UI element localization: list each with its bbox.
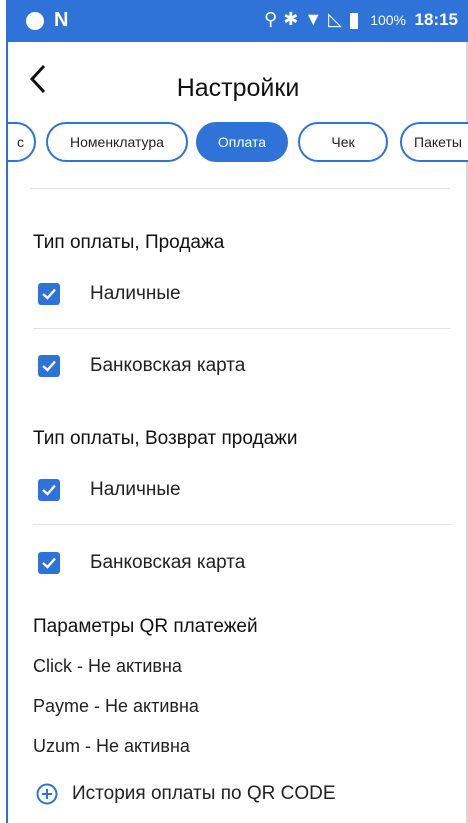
qr-history-link[interactable]: История оплаты по QR CODE bbox=[33, 783, 336, 805]
status-icons: ⚲✱▼◺ bbox=[264, 9, 348, 30]
tab-nomenclature[interactable]: Номенклатура bbox=[46, 122, 188, 162]
option-label: Наличные bbox=[90, 479, 181, 500]
qr-section-title: Параметры QR платежей bbox=[33, 616, 258, 637]
option-label: Банковская карта bbox=[90, 552, 246, 573]
refund-cash-option[interactable]: Наличные bbox=[33, 470, 181, 510]
qr-history-label: История оплаты по QR CODE bbox=[72, 783, 336, 804]
option-label: Наличные bbox=[90, 283, 181, 304]
qr-payme-status: Payme - Не активна bbox=[33, 696, 199, 716]
no-signal-icon: ◺ bbox=[328, 9, 348, 29]
sale-card-option[interactable]: Банковская карта bbox=[33, 346, 245, 386]
battery-icon bbox=[350, 13, 358, 29]
wifi-icon: ▼ bbox=[304, 9, 329, 29]
sale-section-title: Тип оплаты, Продажа bbox=[33, 232, 225, 253]
tabs-divider bbox=[30, 188, 450, 189]
qr-click-status: Click - Не активна bbox=[33, 656, 182, 676]
add-circle-icon bbox=[36, 783, 58, 805]
carrier-letter: N bbox=[54, 9, 69, 31]
qr-uzum-status: Uzum - Не активна bbox=[33, 736, 190, 756]
row-divider bbox=[33, 328, 451, 329]
battery-percent: 100% bbox=[370, 12, 406, 28]
checkbox-checked-icon[interactable] bbox=[38, 479, 60, 501]
checkbox-checked-icon[interactable] bbox=[38, 355, 60, 377]
tab-partial-left[interactable]: с bbox=[8, 122, 36, 162]
page-title: Настройки bbox=[176, 74, 300, 102]
location-icon: ⚲ bbox=[264, 9, 284, 29]
status-dot-icon bbox=[26, 12, 44, 30]
row-divider bbox=[33, 524, 451, 525]
checkbox-checked-icon[interactable] bbox=[38, 552, 60, 574]
tab-receipt[interactable]: Чек bbox=[298, 122, 388, 162]
bluetooth-icon: ✱ bbox=[283, 9, 305, 29]
settings-tabs: с Номенклатура Оплата Чек Пакеты bbox=[8, 122, 468, 168]
checkbox-checked-icon[interactable] bbox=[38, 283, 60, 305]
tab-packages[interactable]: Пакеты bbox=[400, 122, 468, 162]
refund-card-option[interactable]: Банковская карта bbox=[33, 543, 245, 583]
sale-cash-option[interactable]: Наличные bbox=[33, 274, 181, 314]
app-bar: Настройки bbox=[8, 42, 468, 118]
tab-payment[interactable]: Оплата bbox=[196, 122, 288, 162]
refund-section-title: Тип оплаты, Возврат продажи bbox=[33, 428, 298, 449]
option-label: Банковская карта bbox=[90, 355, 246, 376]
status-time: 18:15 bbox=[414, 10, 458, 29]
status-bar: N ⚲✱▼◺ 100% 18:15 bbox=[8, 0, 468, 42]
